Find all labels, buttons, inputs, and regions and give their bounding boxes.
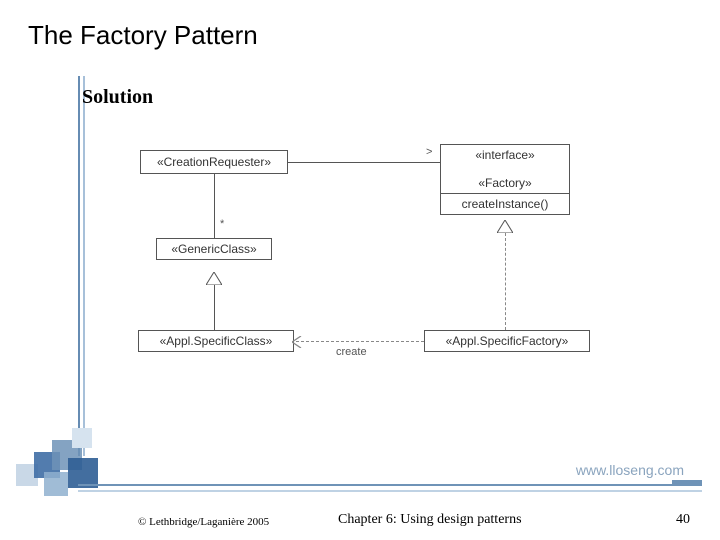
uml-diagram: «CreationRequester» «interface» «Factory… (120, 144, 640, 382)
realization-icon (497, 220, 513, 233)
label-create-instance: createInstance() (447, 197, 563, 211)
create-label: create (336, 346, 367, 358)
dependency-create (296, 341, 424, 342)
decor-hline-bot (78, 490, 702, 492)
assoc-requester-factory (288, 162, 440, 163)
box-generic-class: «GenericClass» (156, 238, 272, 260)
box-factory-interface: «interface» «Factory» createInstance() (440, 144, 570, 215)
website-text: www.lloseng.com (576, 462, 684, 478)
label-appl-specific-class: «Appl.SpecificClass» (160, 334, 273, 348)
box-creation-requester: «CreationRequester» (140, 150, 288, 174)
page-title: The Factory Pattern (28, 20, 258, 51)
label-factory: «Factory» (447, 176, 563, 190)
copyright-text: © Lethbridge/Laganière 2005 (138, 516, 269, 528)
label-creation-requester: «CreationRequester» (157, 155, 271, 169)
arrowhead-right-icon: > (426, 146, 432, 158)
generalization-icon (206, 272, 222, 285)
box-appl-specific-factory: «Appl.SpecificFactory» (424, 330, 590, 352)
section-heading: Solution (82, 86, 153, 109)
decor-vline-inner (83, 76, 85, 456)
gen-line-specificclass (214, 285, 215, 330)
label-interface: «interface» (447, 148, 563, 162)
box-appl-specific-class: «Appl.SpecificClass» (138, 330, 294, 352)
corner-art-icon (16, 428, 116, 498)
decor-vline-outer (78, 76, 80, 456)
page-number: 40 (676, 512, 690, 528)
decor-hline-top (78, 484, 702, 486)
label-appl-specific-factory: «Appl.SpecificFactory» (446, 334, 569, 348)
footer: © Lethbridge/Laganière 2005 Chapter 6: U… (0, 502, 720, 528)
label-generic-class: «GenericClass» (171, 242, 256, 256)
slide: The Factory Pattern Solution «CreationRe… (0, 0, 720, 540)
chapter-text: Chapter 6: Using design patterns (338, 512, 522, 528)
dependency-arrowhead-icon (292, 335, 302, 353)
multiplicity-star: * (220, 218, 224, 230)
realization-line (505, 233, 506, 330)
assoc-requester-generic (214, 174, 215, 238)
